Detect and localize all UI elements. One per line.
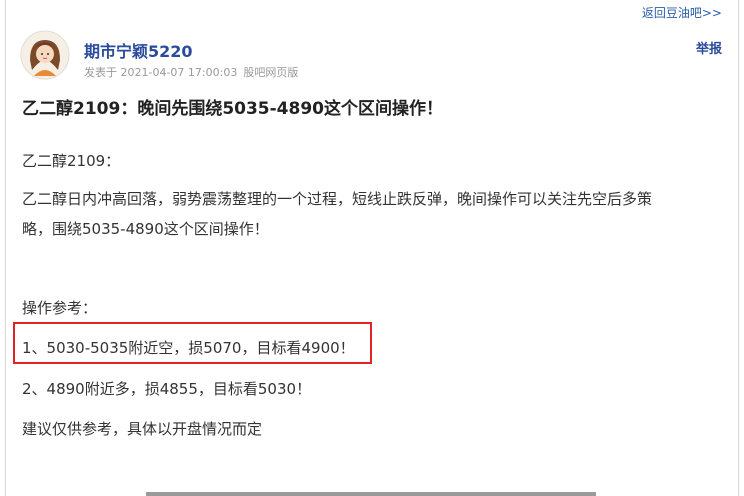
report-button[interactable]: 举报	[696, 38, 722, 57]
body-line: 略，围绕5035-4890这个区间操作！	[22, 220, 269, 238]
highlight-box	[13, 322, 372, 364]
body-line: 乙二醇日内冲高回落，弱势震荡整理的一个过程，短线止跌反弹，晚间操作可以关注先空后…	[22, 190, 653, 208]
author-name[interactable]: 期市宁颖5220	[84, 38, 193, 62]
post-source: 股吧网页版	[243, 66, 299, 79]
avatar-icon[interactable]	[20, 30, 70, 80]
body-line: 操作参考：	[22, 299, 98, 317]
body-line: 乙二醇2109：	[22, 152, 121, 170]
post-meta: 发表于 2021-04-07 17:00:03 股吧网页版	[84, 64, 304, 80]
horizontal-scrollbar[interactable]	[146, 492, 596, 496]
post-time: 发表于 2021-04-07 17:00:03	[84, 66, 238, 79]
body-line: 2、4890附近多，损4855，目标看5030！	[22, 380, 312, 398]
body-line: 建议仅供参考，具体以开盘情况而定	[22, 420, 263, 438]
back-to-board-link[interactable]: 返回豆油吧>>	[642, 4, 722, 21]
post-title: 乙二醇2109：晚间先围绕5035-4890这个区间操作！	[22, 99, 443, 119]
